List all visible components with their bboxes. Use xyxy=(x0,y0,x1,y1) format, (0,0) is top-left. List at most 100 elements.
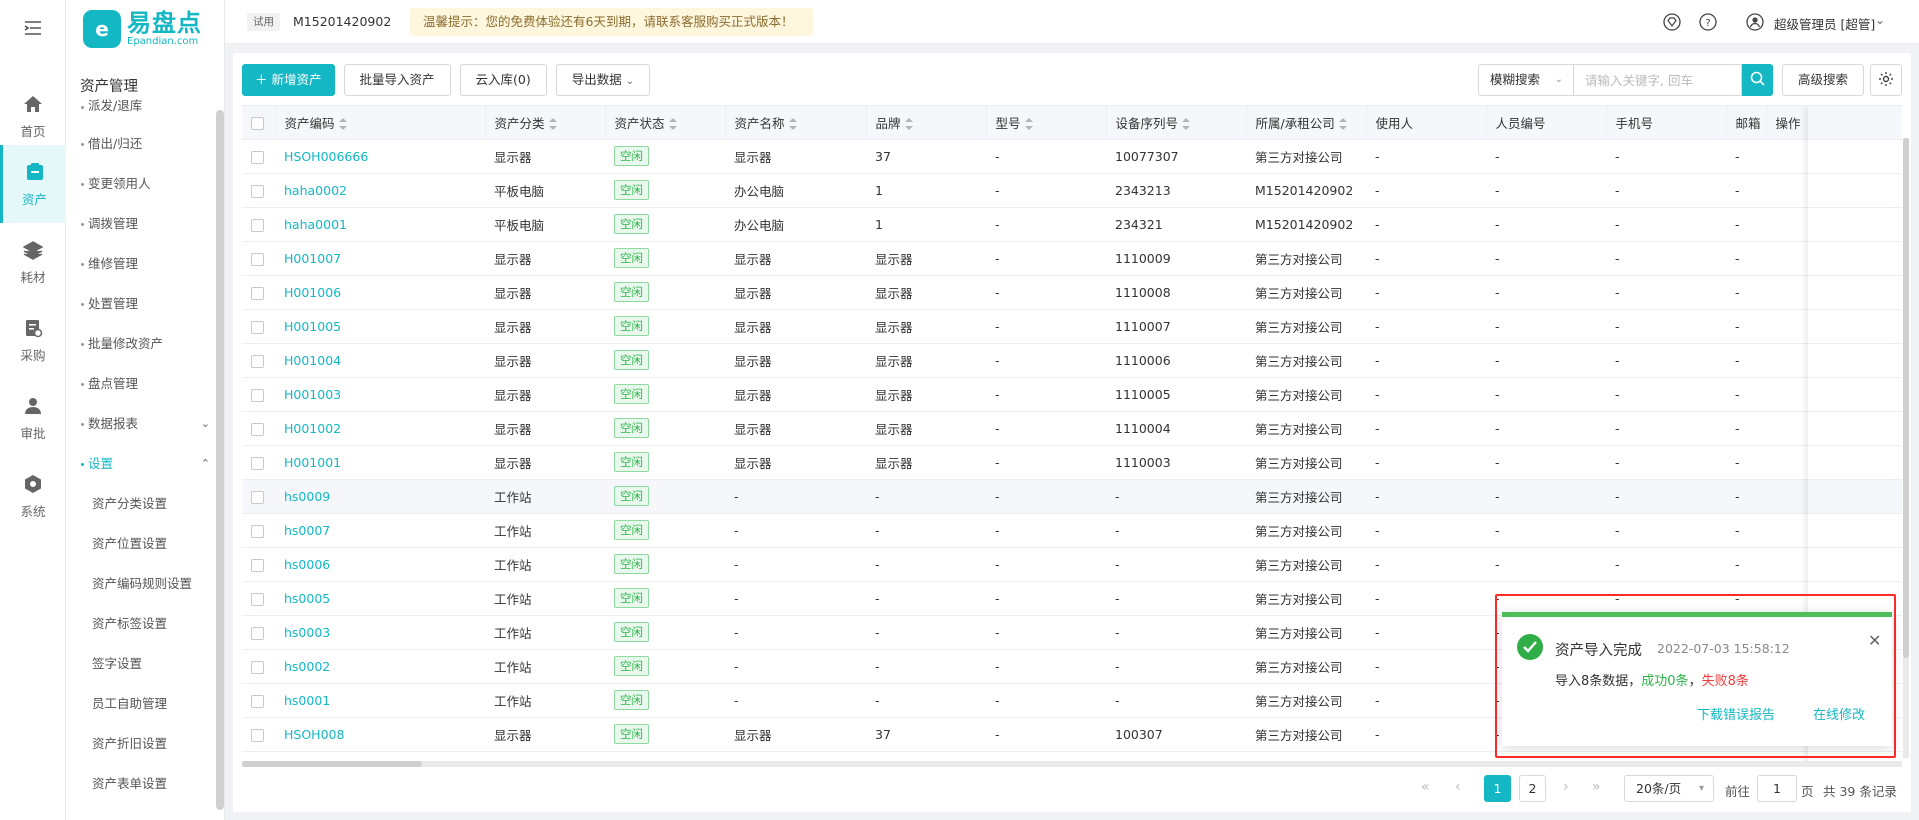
asset-code-link[interactable]: hs0007 xyxy=(284,523,330,538)
asset-code-cell[interactable]: haha0002 xyxy=(275,173,485,208)
asset-code-cell[interactable]: hs0005 xyxy=(275,581,485,616)
menu-child-signature-settings[interactable]: 签字设置 xyxy=(66,644,216,684)
asset-code-link[interactable]: H001004 xyxy=(284,353,341,368)
sort-icon[interactable] xyxy=(548,118,557,131)
row-checkbox[interactable] xyxy=(251,354,264,368)
cloud-inbound-button[interactable]: 云入库(0) xyxy=(459,64,547,96)
asset-code-link[interactable]: H001006 xyxy=(284,285,341,300)
row-select-cell[interactable] xyxy=(242,411,275,446)
search-input[interactable] xyxy=(1573,64,1742,96)
asset-code-link[interactable]: hs0001 xyxy=(284,693,330,708)
asset-code-link[interactable]: H001001 xyxy=(284,455,341,470)
menu-item-inventory[interactable]: 盘点管理 xyxy=(66,364,216,404)
submenu-scrollbar[interactable] xyxy=(216,110,224,810)
row-select-cell[interactable] xyxy=(242,513,275,548)
last-page-icon[interactable]: » xyxy=(1592,779,1601,795)
table-row[interactable]: haha0001 平板电脑 空闲 办公电脑 1-234321 M15201420902- -… xyxy=(242,207,1902,242)
menu-item-lend-return[interactable]: 借出/归还 xyxy=(66,124,216,164)
row-checkbox[interactable] xyxy=(251,388,264,402)
sort-icon[interactable] xyxy=(788,118,797,131)
vertical-scrollbar[interactable] xyxy=(1903,138,1909,758)
asset-code-cell[interactable]: hs0003 xyxy=(275,615,485,650)
prev-page-icon[interactable]: ‹ xyxy=(1455,779,1461,795)
select-all-checkbox[interactable] xyxy=(251,116,264,130)
row-select-cell[interactable] xyxy=(242,445,275,480)
menu-child-location-settings[interactable]: 资产位置设置 xyxy=(66,524,216,564)
asset-code-link[interactable]: H001002 xyxy=(284,421,341,436)
row-select-cell[interactable] xyxy=(242,343,275,378)
menu-item-disposal[interactable]: 处置管理 xyxy=(66,284,216,324)
row-select-cell[interactable] xyxy=(242,139,275,174)
table-row[interactable]: hs0009工作站空闲----第三方对接公司----派发|借出··· xyxy=(242,479,1902,514)
asset-code-link[interactable]: haha0001 xyxy=(284,217,347,232)
rail-item-approval[interactable]: 审批 xyxy=(0,379,66,457)
asset-code-link[interactable]: H001007 xyxy=(284,251,341,266)
edit-online-link[interactable]: 在线修改 xyxy=(1813,704,1865,723)
asset-code-link[interactable]: hs0006 xyxy=(284,557,330,572)
download-error-report-link[interactable]: 下载错误报告 xyxy=(1697,704,1775,723)
menu-item-dispatch-return[interactable]: 派发/退库 xyxy=(66,99,216,124)
row-checkbox[interactable] xyxy=(251,422,264,436)
asset-code-cell[interactable]: H001004 xyxy=(275,343,485,378)
asset-code-link[interactable]: hs0003 xyxy=(284,625,330,640)
menu-child-label-settings[interactable]: 资产标签设置 xyxy=(66,604,216,644)
rail-item-home[interactable]: 首页 xyxy=(0,77,66,155)
row-checkbox[interactable] xyxy=(251,252,264,266)
sort-icon[interactable] xyxy=(1182,118,1191,131)
table-row[interactable]: H001003显示器空闲显示器显示器-1110005第三方对接公司----派发|… xyxy=(242,377,1902,412)
row-select-cell[interactable] xyxy=(242,649,275,684)
row-checkbox[interactable] xyxy=(251,694,264,708)
table-row[interactable]: H001005显示器空闲显示器显示器-1110007第三方对接公司----派发|… xyxy=(242,309,1902,344)
page-button[interactable]: 2 xyxy=(1519,775,1546,802)
asset-code-cell[interactable]: HSOH006666 xyxy=(275,139,485,174)
sort-icon[interactable] xyxy=(904,118,913,131)
asset-code-link[interactable]: H001003 xyxy=(284,387,341,402)
menu-item-repair[interactable]: 维修管理 xyxy=(66,244,216,284)
asset-code-link[interactable]: hs0009 xyxy=(284,489,330,504)
row-select-cell[interactable] xyxy=(242,717,275,752)
close-icon[interactable]: ✕ xyxy=(1868,631,1881,650)
asset-code-cell[interactable]: H001003 xyxy=(275,377,485,412)
chevron-down-icon[interactable]: ⌄ xyxy=(1875,13,1885,27)
row-checkbox[interactable] xyxy=(251,490,264,504)
menu-toggle-icon[interactable] xyxy=(22,20,44,40)
table-row[interactable]: hs0007工作站空闲----第三方对接公司----派发|借出··· xyxy=(242,513,1902,548)
row-select-cell[interactable] xyxy=(242,207,275,242)
search-mode-select[interactable]: 模糊搜索 ⌄ xyxy=(1478,64,1573,96)
row-select-cell[interactable] xyxy=(242,479,275,514)
row-checkbox[interactable] xyxy=(251,558,264,572)
menu-child-code-rule-settings[interactable]: 资产编码规则设置 xyxy=(66,564,216,604)
row-checkbox[interactable] xyxy=(251,456,264,470)
row-checkbox[interactable] xyxy=(251,592,264,606)
rail-item-system[interactable]: 系统 xyxy=(0,457,66,535)
asset-code-cell[interactable]: H001007 xyxy=(275,241,485,276)
header-select-all[interactable] xyxy=(242,106,276,140)
asset-code-cell[interactable]: hs0009 xyxy=(275,479,485,514)
export-data-button[interactable]: 导出数据 ⌄ xyxy=(555,64,651,96)
row-checkbox[interactable] xyxy=(251,184,264,198)
menu-child-category-settings[interactable]: 资产分类设置 xyxy=(66,484,216,524)
row-checkbox[interactable] xyxy=(251,286,264,300)
asset-code-cell[interactable]: haha0001 xyxy=(275,207,485,242)
row-select-cell[interactable] xyxy=(242,615,275,650)
menu-item-transfer[interactable]: 调拨管理 xyxy=(66,204,216,244)
vertical-scrollbar-thumb[interactable] xyxy=(1903,138,1909,658)
row-select-cell[interactable] xyxy=(242,173,275,208)
column-header[interactable]: 型号 xyxy=(986,106,1107,140)
asset-code-link[interactable]: H001005 xyxy=(284,319,341,334)
asset-code-cell[interactable]: HSOH008 xyxy=(275,717,485,752)
column-header[interactable]: 资产名称 xyxy=(725,106,867,140)
asset-code-link[interactable]: HSOH006666 xyxy=(284,149,368,164)
menu-child-form-settings[interactable]: 资产表单设置 xyxy=(66,764,216,804)
asset-code-link[interactable]: haha0002 xyxy=(284,183,347,198)
menu-item-settings[interactable]: 设置 ⌃ xyxy=(66,444,216,484)
user-avatar-icon[interactable] xyxy=(1745,12,1765,32)
page-size-select[interactable]: 20条/页 ▾ xyxy=(1624,775,1714,802)
row-select-cell[interactable] xyxy=(242,581,275,616)
row-checkbox[interactable] xyxy=(251,728,264,742)
asset-code-cell[interactable]: H001006 xyxy=(275,275,485,310)
column-header[interactable]: 设备序列号 xyxy=(1106,106,1247,140)
column-header[interactable]: 资产状态 xyxy=(605,106,726,140)
column-settings-button[interactable] xyxy=(1870,64,1902,96)
asset-code-cell[interactable]: hs0007 xyxy=(275,513,485,548)
